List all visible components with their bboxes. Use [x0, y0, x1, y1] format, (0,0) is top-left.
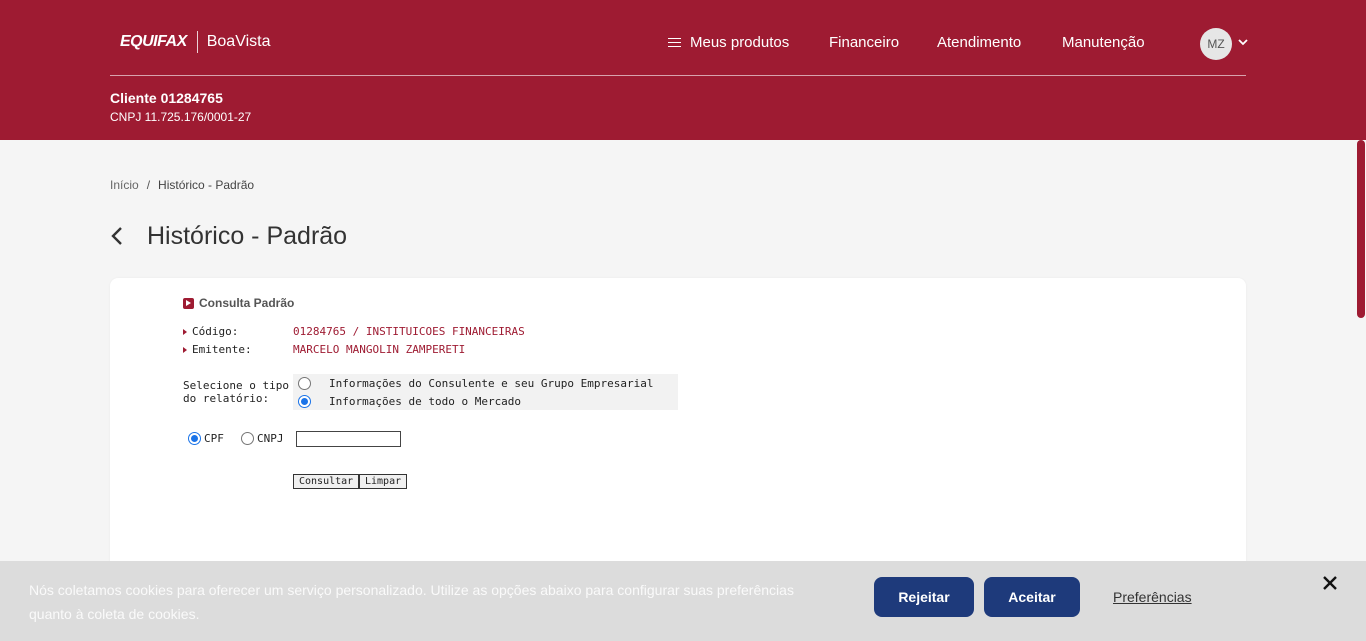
breadcrumb-current: Histórico - Padrão	[158, 178, 255, 192]
radio-cnpj[interactable]	[241, 432, 254, 445]
client-name: Cliente 01284765	[110, 90, 223, 106]
main-nav: Meus produtos Financeiro Atendimento Man…	[0, 34, 1366, 54]
report-option-consulente[interactable]: Informações do Consulente e seu Grupo Em…	[298, 377, 654, 390]
radio-consulente[interactable]	[298, 377, 311, 390]
codigo-value: 01284765 / INSTITUICOES FINANCEIRAS	[293, 325, 525, 338]
emitente-label: Emitente:	[183, 343, 252, 356]
breadcrumb: Início / Histórico - Padrão	[110, 178, 254, 192]
breadcrumb-separator: /	[146, 178, 151, 192]
arrow-right-icon	[183, 328, 187, 335]
radio-mercado[interactable]	[298, 395, 311, 408]
doc-type-cnpj-label: CNPJ	[257, 432, 284, 445]
emitente-label-text: Emitente:	[192, 343, 252, 356]
doc-type-cnpj[interactable]: CNPJ	[241, 432, 284, 445]
report-option-mercado-label: Informações de todo o Mercado	[329, 395, 522, 408]
nav-atendimento[interactable]: Atendimento	[937, 34, 1021, 51]
radio-cpf[interactable]	[188, 432, 201, 445]
scrollbar-thumb[interactable]	[1357, 140, 1365, 318]
chevron-down-icon[interactable]	[1237, 36, 1249, 48]
report-type-label: Selecione o tipo do relatório:	[183, 379, 289, 405]
nav-manutencao[interactable]: Manutenção	[1062, 34, 1145, 51]
limpar-button[interactable]: Limpar	[359, 474, 408, 489]
nav-meus-produtos[interactable]: Meus produtos	[668, 34, 789, 51]
report-option-consulente-label: Informações do Consulente e seu Grupo Em…	[329, 377, 654, 390]
user-avatar[interactable]: MZ	[1200, 28, 1232, 60]
doc-type-cpf-label: CPF	[204, 432, 224, 445]
emitente-value: MARCELO MANGOLIN ZAMPERETI	[293, 343, 466, 356]
back-arrow-icon[interactable]	[108, 225, 128, 247]
page-scrollbar[interactable]	[1356, 140, 1366, 560]
client-cnpj: CNPJ 11.725.176/0001-27	[110, 110, 252, 124]
codigo-label-text: Código:	[192, 325, 239, 338]
report-option-mercado[interactable]: Informações de todo o Mercado	[298, 395, 521, 408]
header-divider	[110, 75, 1246, 76]
close-icon[interactable]	[1322, 575, 1338, 591]
consultar-button[interactable]: Consultar	[293, 474, 360, 489]
menu-icon	[668, 37, 681, 48]
cookie-banner: Nós coletamos cookies para oferecer um s…	[0, 561, 1366, 641]
cookie-preferences-link[interactable]: Preferências	[1113, 589, 1192, 605]
breadcrumb-home[interactable]: Início	[110, 178, 139, 192]
accept-cookies-button[interactable]: Aceitar	[984, 577, 1080, 617]
arrow-right-icon	[183, 346, 187, 353]
top-header: EQUIFAX BoaVista Meus produtos Financeir…	[0, 0, 1366, 140]
codigo-label: Código:	[183, 325, 238, 338]
nav-meus-produtos-label: Meus produtos	[690, 34, 790, 51]
page-title: Histórico - Padrão	[147, 222, 348, 250]
cookie-text: Nós coletamos cookies para oferecer um s…	[29, 582, 794, 622]
nav-financeiro[interactable]: Financeiro	[829, 34, 899, 51]
play-icon	[183, 297, 194, 309]
document-number-input[interactable]	[296, 431, 401, 447]
doc-type-cpf[interactable]: CPF	[188, 432, 224, 445]
section-title-label: Consulta Padrão	[199, 296, 295, 310]
section-title: Consulta Padrão	[183, 296, 294, 310]
reject-cookies-button[interactable]: Rejeitar	[874, 577, 974, 617]
